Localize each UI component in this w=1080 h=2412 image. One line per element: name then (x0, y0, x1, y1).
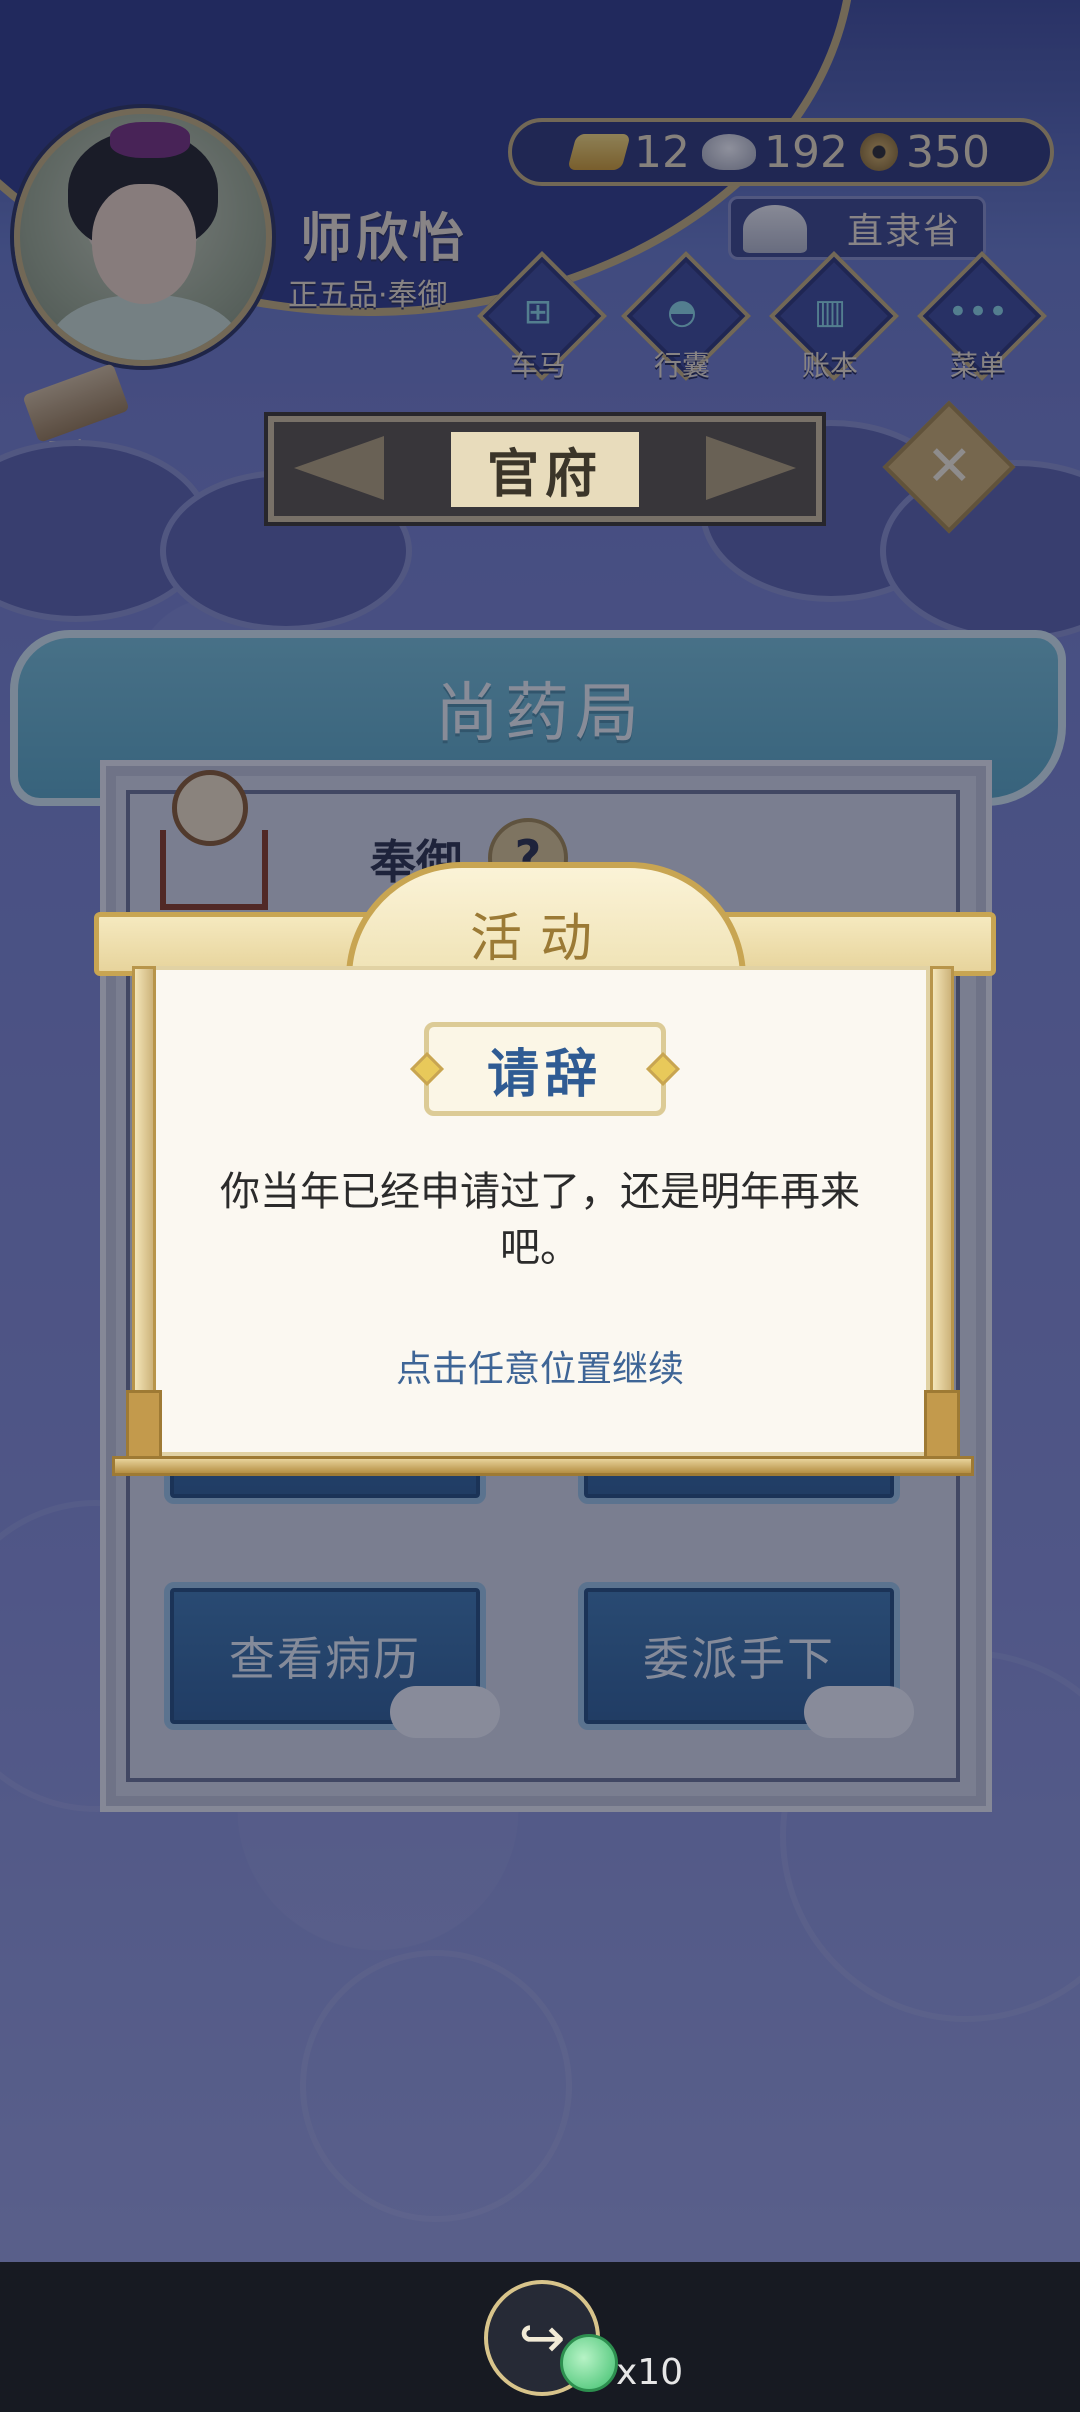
dialog-left-pillar-base (126, 1390, 162, 1460)
continue-hint[interactable]: 点击任意位置继续 (196, 1340, 884, 1392)
dialog-right-pillar-base (924, 1390, 960, 1460)
government-banner-title: 官府 (450, 431, 639, 507)
dialog-right-pillar (930, 966, 954, 1442)
resignation-tag-label: 请辞 (486, 1044, 603, 1105)
resignation-tag: 请辞 (424, 1022, 666, 1116)
dialog-message: 你当年已经申请过了，还是明年再来吧。 (220, 1169, 860, 1271)
dialog-bottom-rail (112, 1456, 974, 1476)
jade-reward-icon (560, 2334, 618, 2392)
dialog-left-pillar (132, 966, 156, 1442)
dialog-header-title: 活动 (469, 909, 610, 969)
share-icon: ↪ (518, 2305, 566, 2371)
activity-dialog: 活动 请辞 你当年已经申请过了，还是明年再来吧。 点击任意位置继续 (0, 0, 1080, 2262)
share-reward-count: x10 (616, 2352, 684, 2393)
